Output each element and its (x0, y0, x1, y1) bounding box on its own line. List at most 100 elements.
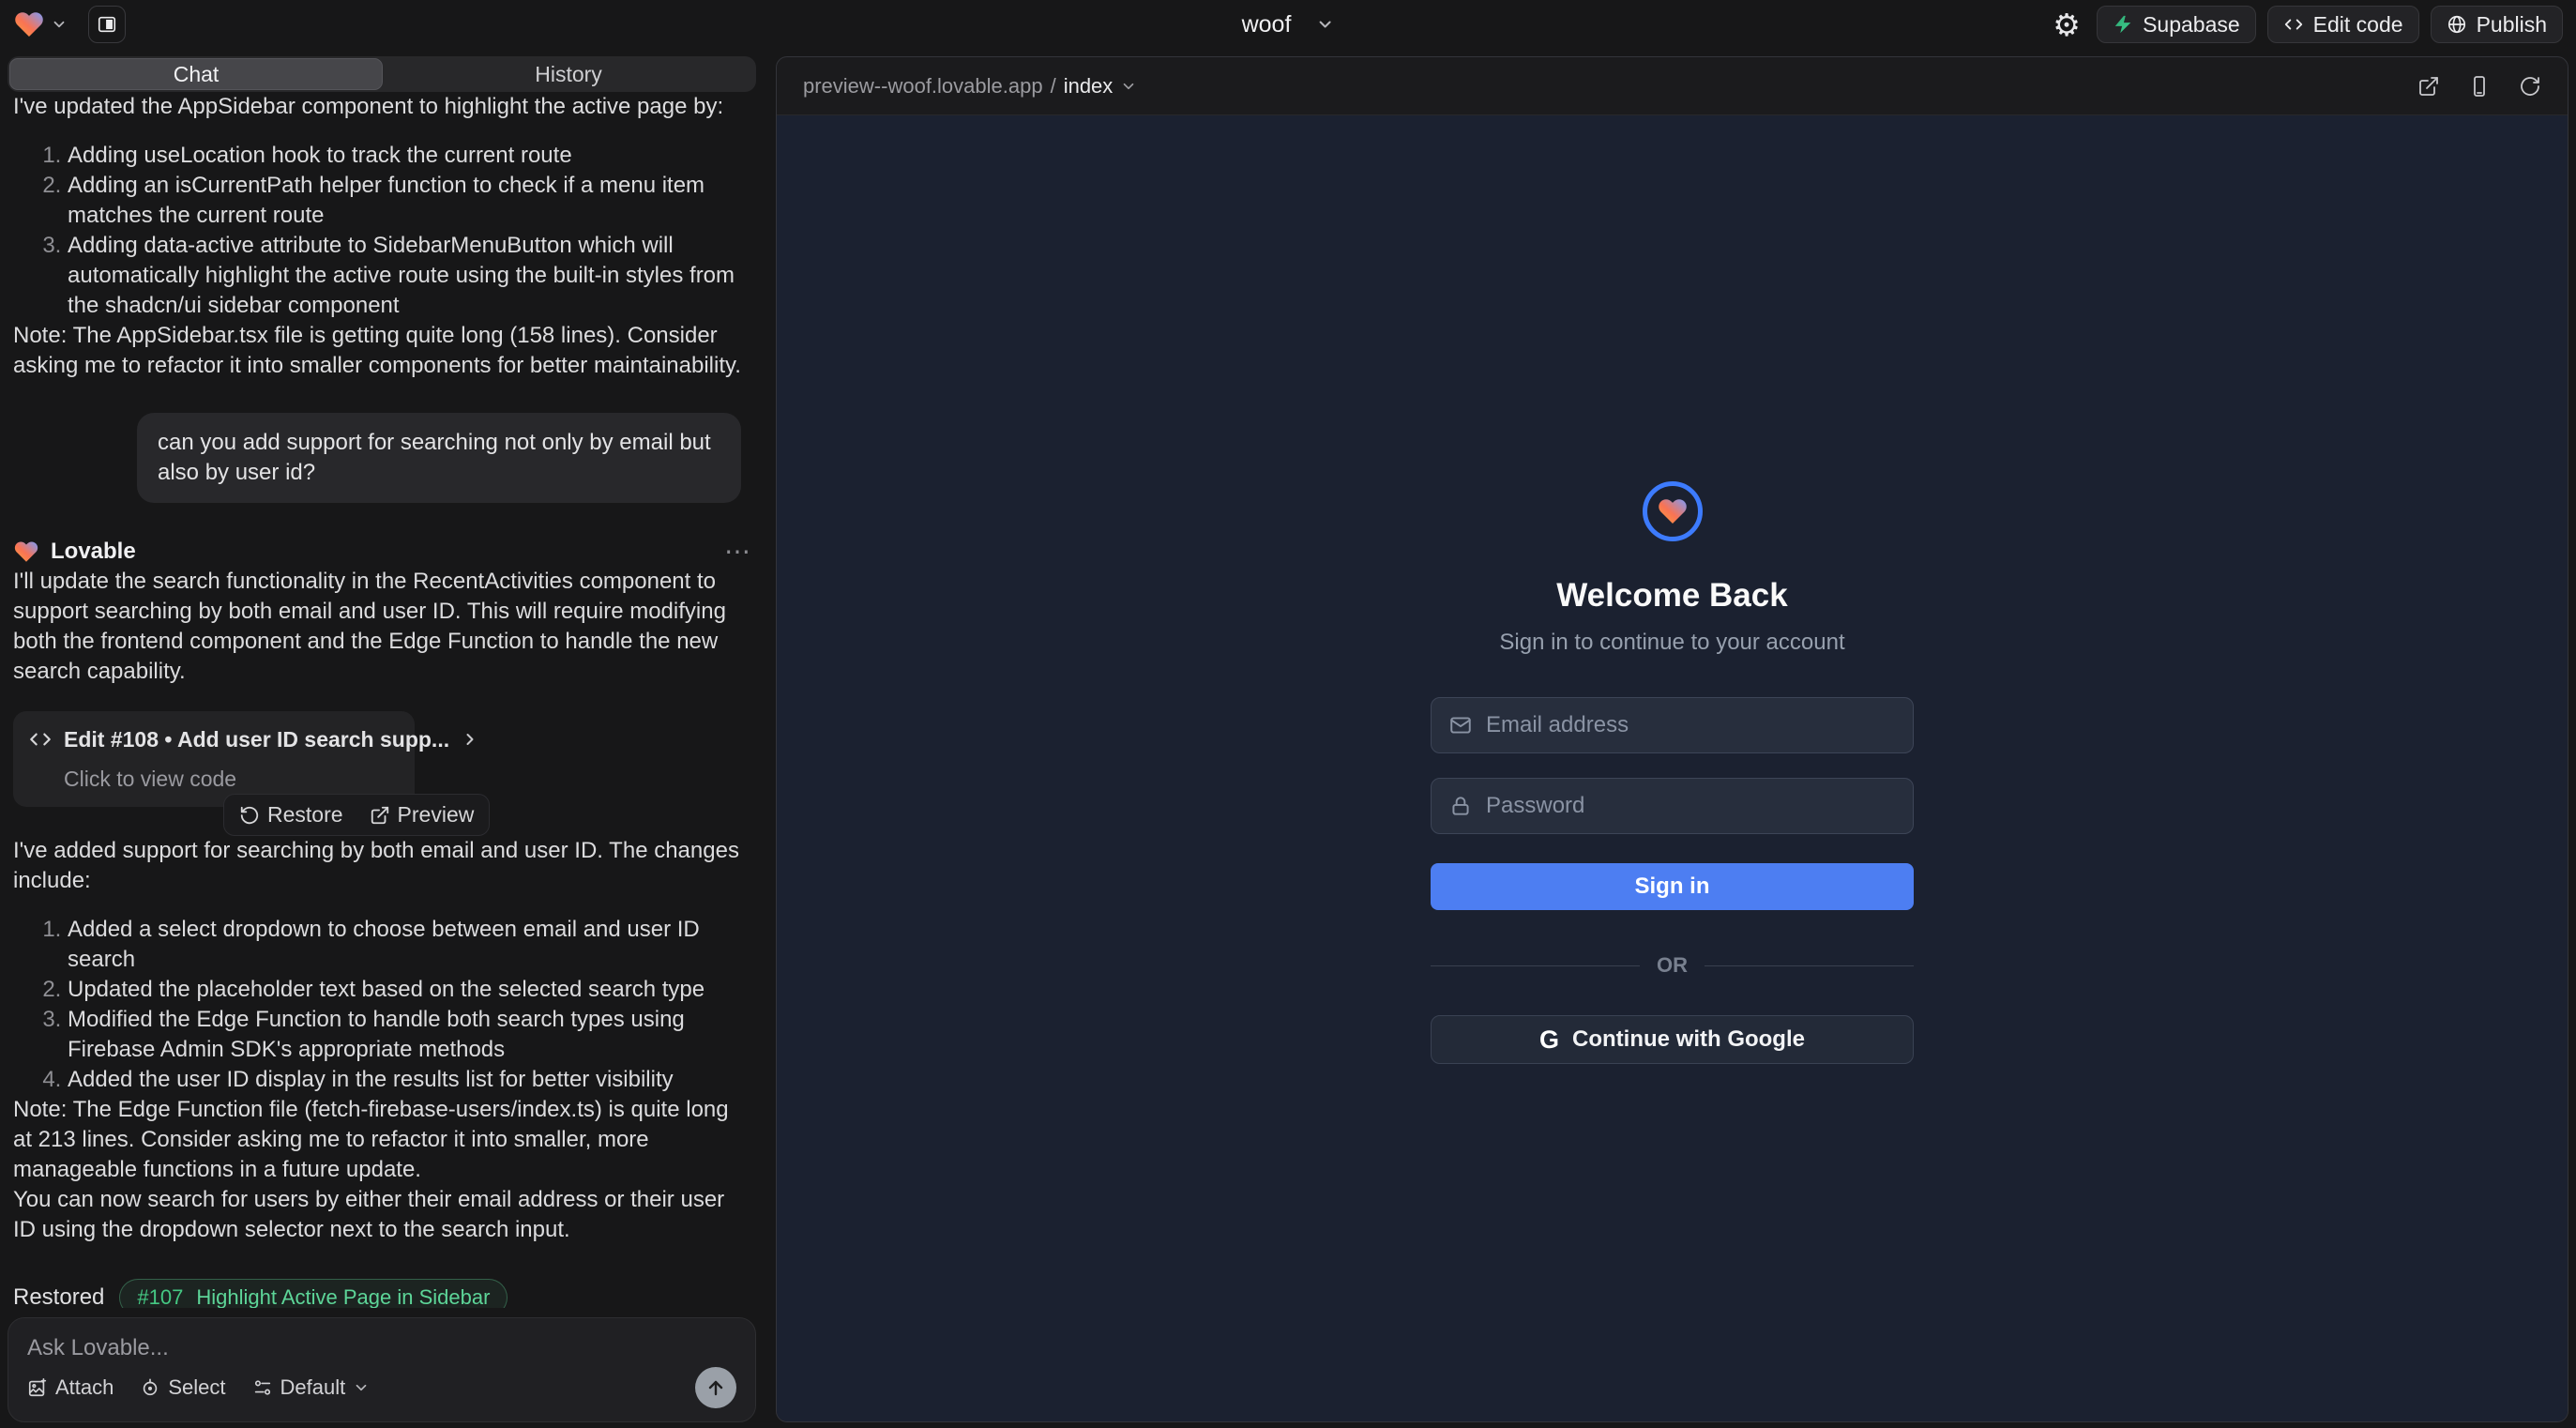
open-in-new-tab-icon[interactable] (2417, 75, 2440, 98)
restored-label: Restored (13, 1283, 104, 1308)
attach-button[interactable]: Attach (27, 1375, 114, 1400)
settings-button[interactable]: ⚙ (2048, 6, 2085, 43)
assistant-name: Lovable (51, 537, 136, 567)
select-target-icon (140, 1377, 160, 1398)
mode-select-button[interactable]: Default (252, 1375, 371, 1400)
auth-title: Welcome Back (1556, 577, 1787, 615)
google-label: Continue with Google (1572, 1026, 1805, 1053)
attach-label: Attach (55, 1375, 114, 1400)
topbar: woof ⚙ Supabase Edit code (0, 0, 2576, 49)
divider-line (1705, 965, 1914, 966)
chat-panel: Chat History I've updated the AppSidebar… (0, 49, 764, 1428)
restored-status-row: Restored #107 Highlight Active Page in S… (13, 1279, 750, 1308)
list-item: Adding an isCurrentPath helper function … (68, 171, 750, 231)
list-item: Updated the placeholder text based on th… (68, 975, 750, 1005)
chevron-down-icon (353, 1379, 370, 1396)
assistant-message-list: Added a select dropdown to choose betwee… (13, 915, 750, 1095)
edit-code-button[interactable]: Edit code (2267, 6, 2419, 43)
gear-icon: ⚙ (2053, 7, 2081, 43)
assistant-header: Lovable ⋯ (13, 537, 750, 567)
edit-code-label: Edit code (2313, 12, 2403, 38)
assistant-message-text: I've updated the AppSidebar component to… (13, 92, 750, 122)
chat-messages: I've updated the AppSidebar component to… (0, 92, 764, 1308)
tab-chat[interactable]: Chat (9, 58, 383, 90)
sliders-icon (252, 1377, 273, 1398)
chevron-right-icon (461, 730, 479, 749)
chat-history-tabs: Chat History (8, 56, 756, 92)
password-placeholder: Password (1486, 793, 1584, 819)
password-field[interactable]: Password (1431, 778, 1914, 834)
preview-app-content: Welcome Back Sign in to continue to your… (777, 115, 2568, 1421)
list-item: Added the user ID display in the results… (68, 1065, 750, 1095)
version-actions: Restore Preview (223, 794, 490, 836)
assistant-message-text: I'll update the search functionality in … (13, 567, 750, 687)
preview-button[interactable]: Preview (370, 802, 475, 828)
assistant-message-list: Adding useLocation hook to track the cur… (13, 141, 750, 321)
tab-history[interactable]: History (383, 58, 754, 90)
lovable-heart-icon (13, 8, 45, 40)
email-placeholder: Email address (1486, 712, 1629, 738)
mobile-view-icon[interactable] (2468, 75, 2491, 98)
assistant-note-text: Note: The AppSidebar.tsx file is getting… (13, 321, 750, 381)
auth-subtitle: Sign in to continue to your account (1499, 630, 1844, 656)
supabase-button[interactable]: Supabase (2097, 6, 2256, 43)
composer: Ask Lovable... Attach Select (8, 1317, 756, 1422)
preview-url-selector[interactable]: preview--woof.lovable.app / index (803, 74, 1137, 99)
url-separator: / (1051, 74, 1056, 99)
restore-button[interactable]: Restore (239, 802, 343, 828)
list-item: Adding useLocation hook to track the cur… (68, 141, 750, 171)
sign-in-button[interactable]: Sign in (1431, 863, 1914, 910)
restore-label: Restore (267, 802, 343, 828)
restore-icon (239, 805, 260, 826)
or-divider: OR (1431, 953, 1914, 978)
lovable-logo-menu[interactable] (13, 8, 68, 40)
globe-icon (2447, 14, 2467, 35)
assistant-message-text: You can now search for users by either t… (13, 1185, 750, 1245)
edit-version-card[interactable]: Edit #108 • Add user ID search supp... C… (13, 711, 415, 807)
auth-card: Welcome Back Sign in to continue to your… (1431, 115, 1914, 1421)
mode-label: Default (280, 1375, 346, 1400)
refresh-icon[interactable] (2519, 75, 2541, 98)
version-number: #107 (137, 1283, 183, 1308)
version-title: Highlight Active Page in Sidebar (196, 1283, 490, 1308)
send-button[interactable] (695, 1367, 736, 1408)
divider-line (1431, 965, 1640, 966)
restored-version-badge[interactable]: #107 Highlight Active Page in Sidebar (119, 1279, 508, 1308)
list-item: Added a select dropdown to choose betwee… (68, 915, 750, 975)
sidebar-toggle-button[interactable] (88, 6, 126, 43)
select-button[interactable]: Select (140, 1375, 225, 1400)
preview-domain: preview--woof.lovable.app (803, 74, 1043, 99)
chevron-down-icon (51, 16, 68, 33)
assistant-note-text: Note: The Edge Function file (fetch-fire… (13, 1095, 750, 1185)
publish-button[interactable]: Publish (2431, 6, 2563, 43)
project-chevron-down-icon[interactable] (1315, 15, 1334, 34)
list-item: Adding data-active attribute to SidebarM… (68, 231, 750, 321)
attach-image-icon (27, 1377, 48, 1398)
app-root: woof ⚙ Supabase Edit code (0, 0, 2576, 1428)
preview-label: Preview (398, 802, 475, 828)
arrow-up-icon (705, 1376, 727, 1399)
email-field[interactable]: Email address (1431, 697, 1914, 753)
composer-input[interactable]: Ask Lovable... (27, 1335, 736, 1367)
heart-icon (1657, 495, 1689, 527)
preview-url-bar: preview--woof.lovable.app / index (777, 57, 2568, 115)
message-more-button[interactable]: ⋯ (724, 537, 750, 567)
edit-card-subtitle: Click to view code (64, 764, 400, 794)
edit-card-title: Edit #108 • Add user ID search supp... (64, 724, 449, 754)
project-name: woof (1242, 11, 1292, 38)
or-label: OR (1657, 953, 1688, 978)
publish-label: Publish (2477, 12, 2547, 38)
google-g-icon: G (1539, 1025, 1559, 1055)
lovable-heart-icon (13, 539, 39, 565)
external-link-icon (370, 805, 390, 826)
panel-toggle-icon (97, 14, 117, 35)
code-icon (28, 727, 53, 752)
preview-panel: preview--woof.lovable.app / index (776, 56, 2568, 1422)
continue-with-google-button[interactable]: G Continue with Google (1431, 1015, 1914, 1064)
supabase-bolt-icon (2113, 14, 2133, 35)
supabase-label: Supabase (2143, 12, 2240, 38)
preview-page: index (1064, 74, 1114, 99)
chevron-down-icon (1120, 78, 1137, 95)
assistant-message-text: I've added support for searching by both… (13, 836, 750, 896)
list-item: Modified the Edge Function to handle bot… (68, 1005, 750, 1065)
